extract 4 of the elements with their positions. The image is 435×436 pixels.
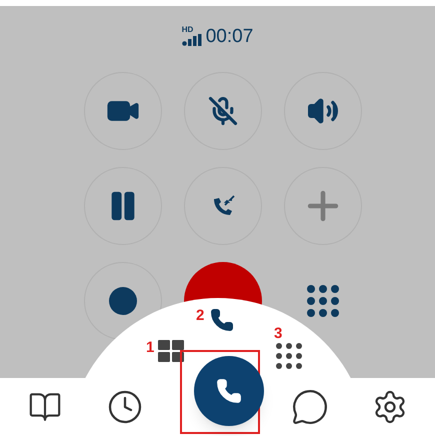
number-marker: 1	[146, 340, 154, 355]
number-marker: 2	[196, 308, 204, 323]
call-timer: 00:07	[206, 27, 254, 46]
number-marker: 3	[274, 326, 282, 341]
